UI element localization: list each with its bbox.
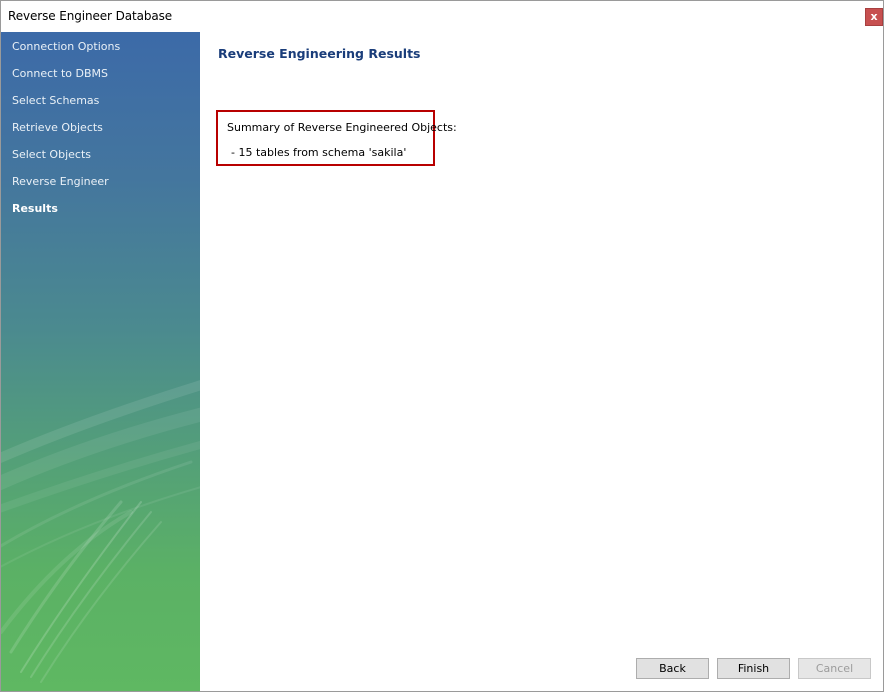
title-bar: Reverse Engineer Database x xyxy=(1,1,883,32)
summary-line: - 15 tables from schema 'sakila' xyxy=(231,146,407,159)
summary-heading: Summary of Reverse Engineered Objects: xyxy=(227,121,457,134)
window-title: Reverse Engineer Database xyxy=(8,9,173,23)
sidebar-step-select-schemas: Select Schemas xyxy=(12,94,100,107)
sidebar-step-select-objects: Select Objects xyxy=(12,148,91,161)
sidebar-step-results: Results xyxy=(12,202,58,215)
close-icon: x xyxy=(870,10,878,23)
back-button[interactable]: Back xyxy=(636,658,709,679)
wizard-steps-sidebar: Connection Options Connect to DBMS Select … xyxy=(1,32,200,691)
close-button[interactable]: x xyxy=(865,8,883,26)
finish-button[interactable]: Finish xyxy=(717,658,790,679)
main-content: Reverse Engineering Results Summary of R… xyxy=(200,32,883,691)
results-summary-box: Summary of Reverse Engineered Objects: -… xyxy=(216,110,457,166)
dialog-window: Reverse Engineer Database x Connection O… xyxy=(0,0,884,692)
sidebar-step-retrieve-objects: Retrieve Objects xyxy=(12,121,103,134)
sidebar-step-reverse-engineer: Reverse Engineer xyxy=(12,175,109,188)
page-title: Reverse Engineering Results xyxy=(218,46,421,61)
sidebar-step-connect-to-dbms: Connect to DBMS xyxy=(12,67,109,80)
cancel-button: Cancel xyxy=(798,658,871,679)
sidebar-step-connection-options: Connection Options xyxy=(12,40,121,53)
